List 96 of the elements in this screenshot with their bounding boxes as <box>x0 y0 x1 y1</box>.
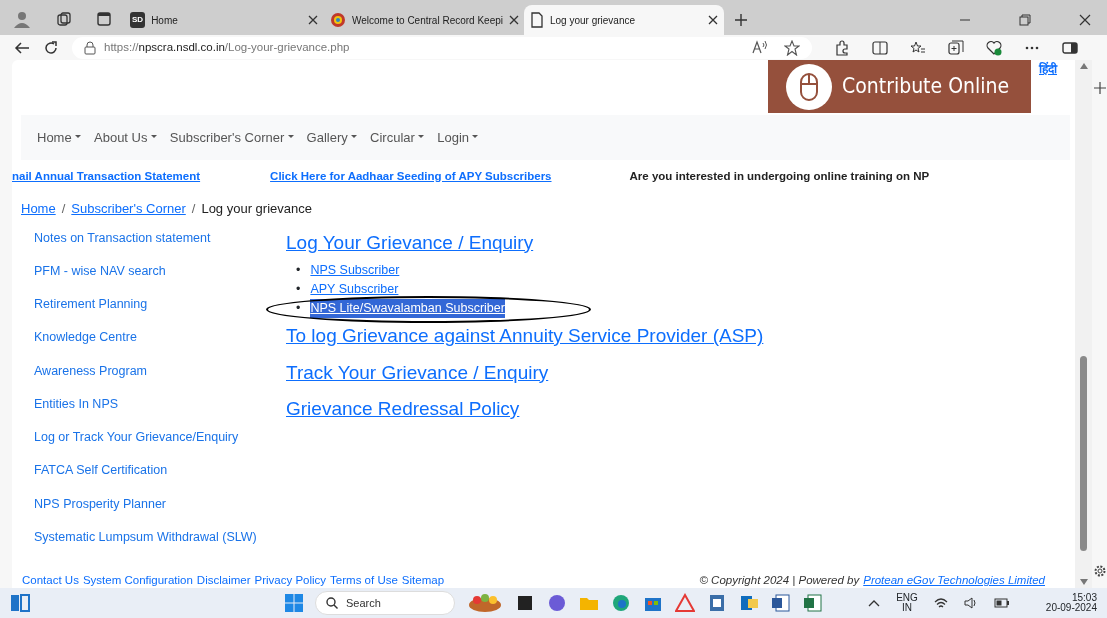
close-icon[interactable] <box>1079 14 1091 26</box>
close-icon[interactable] <box>708 15 718 25</box>
tab-title: Welcome to Central Record Keepi <box>352 13 503 28</box>
bullet: • <box>296 262 301 279</box>
company-link[interactable]: Protean eGov Technologies Limited <box>863 572 1045 588</box>
sidebar-toggle-icon[interactable] <box>1062 39 1078 56</box>
banner-text: Contribute Online <box>842 72 1010 100</box>
extensions-icon[interactable] <box>834 39 850 56</box>
sidebar-link[interactable]: NPS Prosperity Planner <box>34 494 276 514</box>
new-tab-icon[interactable] <box>734 13 748 27</box>
footer-link[interactable]: Terms of Use <box>330 572 398 588</box>
back-icon[interactable] <box>14 40 30 55</box>
nav-menu-item[interactable]: Gallery <box>306 127 358 148</box>
footer-link[interactable]: Disclaimer <box>196 572 251 588</box>
url-text: https://npscra.nsdl.co.in/Log-your-grievance.php <box>104 39 350 55</box>
nav-menu-item[interactable]: Circular <box>370 127 425 148</box>
scroll-down-icon[interactable] <box>1079 579 1088 585</box>
scrollbar[interactable] <box>1075 60 1092 588</box>
workspaces-icon[interactable] <box>56 11 72 27</box>
profile-icon[interactable] <box>12 9 32 29</box>
breadcrumb-current: Log your grievance <box>201 200 312 218</box>
tab-favicon: SD <box>130 12 146 28</box>
section-heading-link[interactable]: To log Grievance against Annuity Service Provider (ASP) <box>286 322 764 351</box>
fruit-bowl-icon[interactable] <box>467 593 503 613</box>
tab-title: Log your grievance <box>550 13 637 28</box>
start-icon[interactable] <box>285 594 303 612</box>
tab-title: Home <box>151 13 179 28</box>
section-heading-link[interactable]: Log Your Grievance / Enquiry <box>286 228 534 257</box>
restore-icon[interactable] <box>1019 14 1031 26</box>
ticker-link[interactable]: Click Here for Aadhaar Seeding of APY Subscribers <box>270 167 552 186</box>
footer-link[interactable]: System Configuration <box>82 572 193 588</box>
browser-tab[interactable]: Log your grievance <box>524 5 724 35</box>
sidebar-link[interactable]: Notes on Transaction statement <box>34 228 276 248</box>
subscriber-link[interactable]: APY Subscriber <box>310 280 399 299</box>
search-icon <box>326 597 338 609</box>
read-aloud-icon[interactable] <box>752 39 768 54</box>
wifi-icon[interactable] <box>933 597 948 609</box>
subscriber-link[interactable]: NPS Subscriber <box>310 261 400 280</box>
close-icon[interactable] <box>509 15 519 25</box>
breadcrumb-separator: / <box>191 200 196 218</box>
sidebar-link[interactable]: Entities In NPS <box>34 394 276 414</box>
browser-tab[interactable]: SD Home <box>124 5 324 35</box>
warning-triangle-icon[interactable] <box>675 593 695 613</box>
mouse-icon <box>800 72 818 101</box>
ticker-link[interactable]: nail Annual Transaction Statement <box>12 167 201 186</box>
breadcrumb-separator: / <box>61 200 66 218</box>
breadcrumb-link[interactable]: Home <box>21 199 56 219</box>
lock-icon <box>84 40 96 55</box>
scroll-up-icon[interactable] <box>1079 63 1088 69</box>
subscriber-link[interactable]: NPS Lite/Swavalamban Subscriber <box>310 299 505 318</box>
footer-link[interactable]: Sitemap <box>401 572 445 588</box>
sidebar-link[interactable]: Knowledge Centre <box>34 328 276 347</box>
bullet: • <box>296 300 301 317</box>
add-icon[interactable] <box>1093 82 1106 94</box>
sidebar-link[interactable]: Awareness Program <box>34 361 276 381</box>
browser-tab[interactable]: Welcome to Central Record Keepi <box>324 5 524 35</box>
health-icon[interactable] <box>986 39 1002 56</box>
clock-date[interactable]: 20-09-2024 <box>1045 603 1097 613</box>
close-icon[interactable] <box>308 15 318 25</box>
volume-icon[interactable] <box>963 597 978 609</box>
battery-icon[interactable] <box>993 598 1010 608</box>
sidebar-link[interactable]: Retirement Planning <box>34 295 276 314</box>
nav-menu-item[interactable]: Home <box>37 127 81 148</box>
language-link[interactable]: हिंदी <box>1039 60 1057 78</box>
sidebar-link[interactable]: PFM - wise NAV search <box>34 261 276 281</box>
language-indicator[interactable]: ENG <box>896 593 918 603</box>
section-heading-link[interactable]: Track Your Grievance / Enquiry <box>286 358 549 387</box>
breadcrumb-link[interactable]: Subscriber's Corner <box>71 199 186 219</box>
footer-link[interactable]: Contact Us <box>22 572 79 588</box>
scroll-thumb[interactable] <box>1080 356 1087 551</box>
sidebar-link[interactable]: Systematic Lumpsum Withdrawal (SLW) <box>34 527 276 547</box>
promo-banner[interactable]: Contribute Online <box>768 60 1031 113</box>
widgets-icon[interactable] <box>10 594 30 612</box>
refresh-icon[interactable] <box>44 40 58 55</box>
tab-actions-icon[interactable] <box>96 11 112 27</box>
nav-menu-item[interactable]: Login <box>437 127 479 148</box>
section-heading-link[interactable]: Grievance Redressal Policy <box>286 395 520 424</box>
sidebar-link[interactable]: Log or Track Your Grievance/Enquiry <box>34 428 276 447</box>
copyright-text: © Copyright 2024 | Powered by <box>699 573 860 588</box>
nav-menu-item[interactable]: About Us <box>94 127 157 148</box>
split-screen-icon[interactable] <box>872 39 888 56</box>
chevron-up-icon[interactable] <box>868 599 881 607</box>
footer-link[interactable]: Privacy Policy <box>254 572 327 588</box>
clock-time[interactable]: 15:03 <box>1045 593 1097 603</box>
collections-icon[interactable] <box>948 39 964 56</box>
favorites-icon[interactable] <box>910 39 926 56</box>
bullet: • <box>296 281 301 298</box>
sidebar-link[interactable]: FATCA Self Certification <box>34 461 276 480</box>
region-indicator[interactable]: IN <box>896 603 918 613</box>
taskbar-search[interactable]: Search <box>315 591 455 615</box>
nav-menu-item[interactable]: Subscriber's Corner <box>169 127 294 148</box>
settings-icon[interactable] <box>1092 564 1107 578</box>
ticker-text: Are you interested in undergoing online training on NP <box>629 168 930 184</box>
page-icon <box>530 12 544 28</box>
favorite-star-icon[interactable] <box>784 39 800 56</box>
address-bar[interactable]: https://npscra.nsdl.co.in/Log-your-grievance.php <box>72 36 812 59</box>
